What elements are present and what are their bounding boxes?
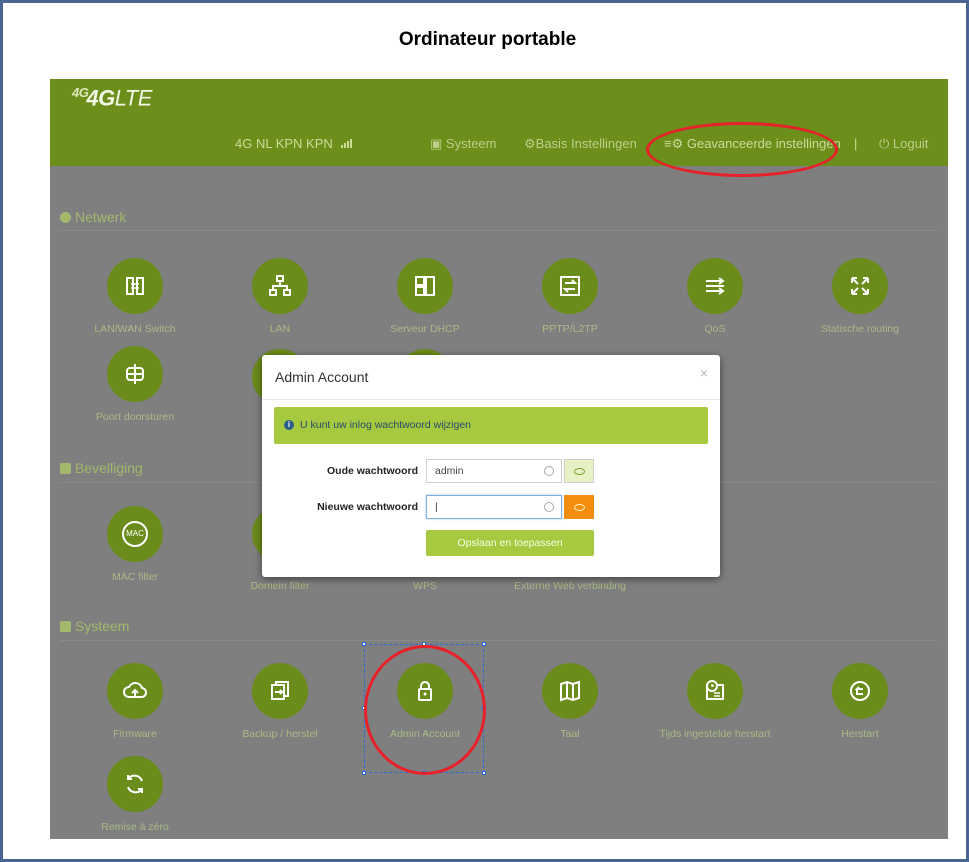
signal-icon xyxy=(341,136,353,151)
close-icon[interactable]: × xyxy=(700,365,708,381)
routing-icon xyxy=(832,258,888,314)
modal-divider xyxy=(262,399,720,400)
divider xyxy=(60,640,938,641)
tile-language[interactable]: Taal xyxy=(500,663,640,740)
nav-logout[interactable]: ⏻ Loguit xyxy=(879,136,928,152)
tile-factory-reset[interactable]: Remise à zéro xyxy=(65,756,205,833)
alert-text: U kunt uw inlog wachtwoord wijzigen xyxy=(300,419,471,431)
annotation-circle-admin xyxy=(364,645,486,775)
old-password-label: Oude wachtwoord xyxy=(326,465,418,477)
tile-dhcp-server[interactable]: Serveur DHCP xyxy=(355,258,495,335)
4glte-logo: 4G4GLTE xyxy=(72,85,152,111)
grid-icon xyxy=(60,621,71,632)
tile-qos[interactable]: QoS xyxy=(645,258,785,335)
reset-icon xyxy=(107,756,163,812)
schedule-icon xyxy=(687,663,743,719)
switch-icon xyxy=(107,258,163,314)
resize-handle xyxy=(482,642,486,646)
tile-mac-filter[interactable]: MAC MAC filter xyxy=(65,506,205,583)
resize-handle xyxy=(362,771,366,775)
monitor-icon: ▣ xyxy=(430,136,446,151)
tile-pptp-l2tp[interactable]: PPTP/L2TP xyxy=(500,258,640,335)
nav-system[interactable]: ▣ Systeem xyxy=(430,136,496,152)
qos-icon xyxy=(687,258,743,314)
tile-lan-wan-switch[interactable]: LAN/WAN Switch xyxy=(65,258,205,335)
restart-icon xyxy=(832,663,888,719)
tile-backup-restore[interactable]: Backup / herstel xyxy=(210,663,350,740)
mac-icon: MAC xyxy=(107,506,163,562)
dhcp-icon xyxy=(397,258,453,314)
show-new-password-button[interactable] xyxy=(564,495,594,519)
tile-lan[interactable]: LAN xyxy=(210,258,350,335)
tile-domain-filter-label[interactable]: Domein filter xyxy=(210,580,350,592)
power-icon: ⏻ xyxy=(879,136,893,151)
tile-firmware[interactable]: Firmware xyxy=(65,663,205,740)
info-icon: i xyxy=(284,420,294,430)
shield-icon xyxy=(60,463,71,474)
port-forward-icon xyxy=(107,346,163,402)
section-system: Systeem xyxy=(60,618,129,634)
map-icon xyxy=(542,663,598,719)
old-password-field[interactable]: admin xyxy=(426,459,562,483)
tile-restart[interactable]: Herstart xyxy=(790,663,930,740)
tile-static-routing[interactable]: Statische routing xyxy=(790,258,930,335)
resize-handle xyxy=(482,771,486,775)
password-hint-icon xyxy=(544,502,554,512)
section-network: Netwerk xyxy=(60,209,126,225)
document-frame: Ordinateur portable 4G4GLTE 4G NL KPN KP… xyxy=(0,0,969,862)
backup-icon xyxy=(252,663,308,719)
nav-separator: | xyxy=(854,136,858,151)
router-screenshot: 4G4GLTE 4G NL KPN KPN ▣ Systeem ⚙Basis I… xyxy=(50,79,948,839)
section-security: Bevelliging xyxy=(60,460,143,476)
show-old-password-button[interactable] xyxy=(564,459,594,483)
password-hint-icon xyxy=(544,466,554,476)
tile-wps-label[interactable]: WPS xyxy=(355,580,495,592)
tile-port-forwarding[interactable]: Poort doorsturen xyxy=(65,346,205,423)
network-tree-icon xyxy=(252,258,308,314)
eye-icon xyxy=(573,503,585,511)
cloud-upload-icon xyxy=(107,663,163,719)
annotation-ellipse-advanced xyxy=(646,122,838,177)
resize-handle xyxy=(362,642,366,646)
new-password-field[interactable]: | xyxy=(426,495,562,519)
nav-basic-settings[interactable]: ⚙Basis Instellingen xyxy=(524,136,637,152)
globe-icon xyxy=(60,212,71,223)
save-and-apply-button[interactable]: Opslaan en toepassen xyxy=(426,530,594,556)
signal-status: 4G NL KPN KPN xyxy=(235,136,353,151)
admin-account-modal: Admin Account × i U kunt uw inlog wachtw… xyxy=(262,355,720,577)
gear-icon: ⚙ xyxy=(524,136,536,151)
info-alert: i U kunt uw inlog wachtwoord wijzigen xyxy=(274,407,708,444)
divider xyxy=(60,230,938,231)
tunnel-icon xyxy=(542,258,598,314)
modal-title: Admin Account xyxy=(275,369,369,385)
eye-slash-icon xyxy=(573,467,585,475)
tile-external-web-label[interactable]: Externe Web verbinding xyxy=(500,580,640,592)
tile-scheduled-restart[interactable]: Tijds ingestelde herstart xyxy=(645,663,785,740)
document-title: Ordinateur portable xyxy=(398,29,577,50)
new-password-label: Nieuwe wachtwoord xyxy=(317,501,418,513)
text-cursor: | xyxy=(435,501,438,513)
